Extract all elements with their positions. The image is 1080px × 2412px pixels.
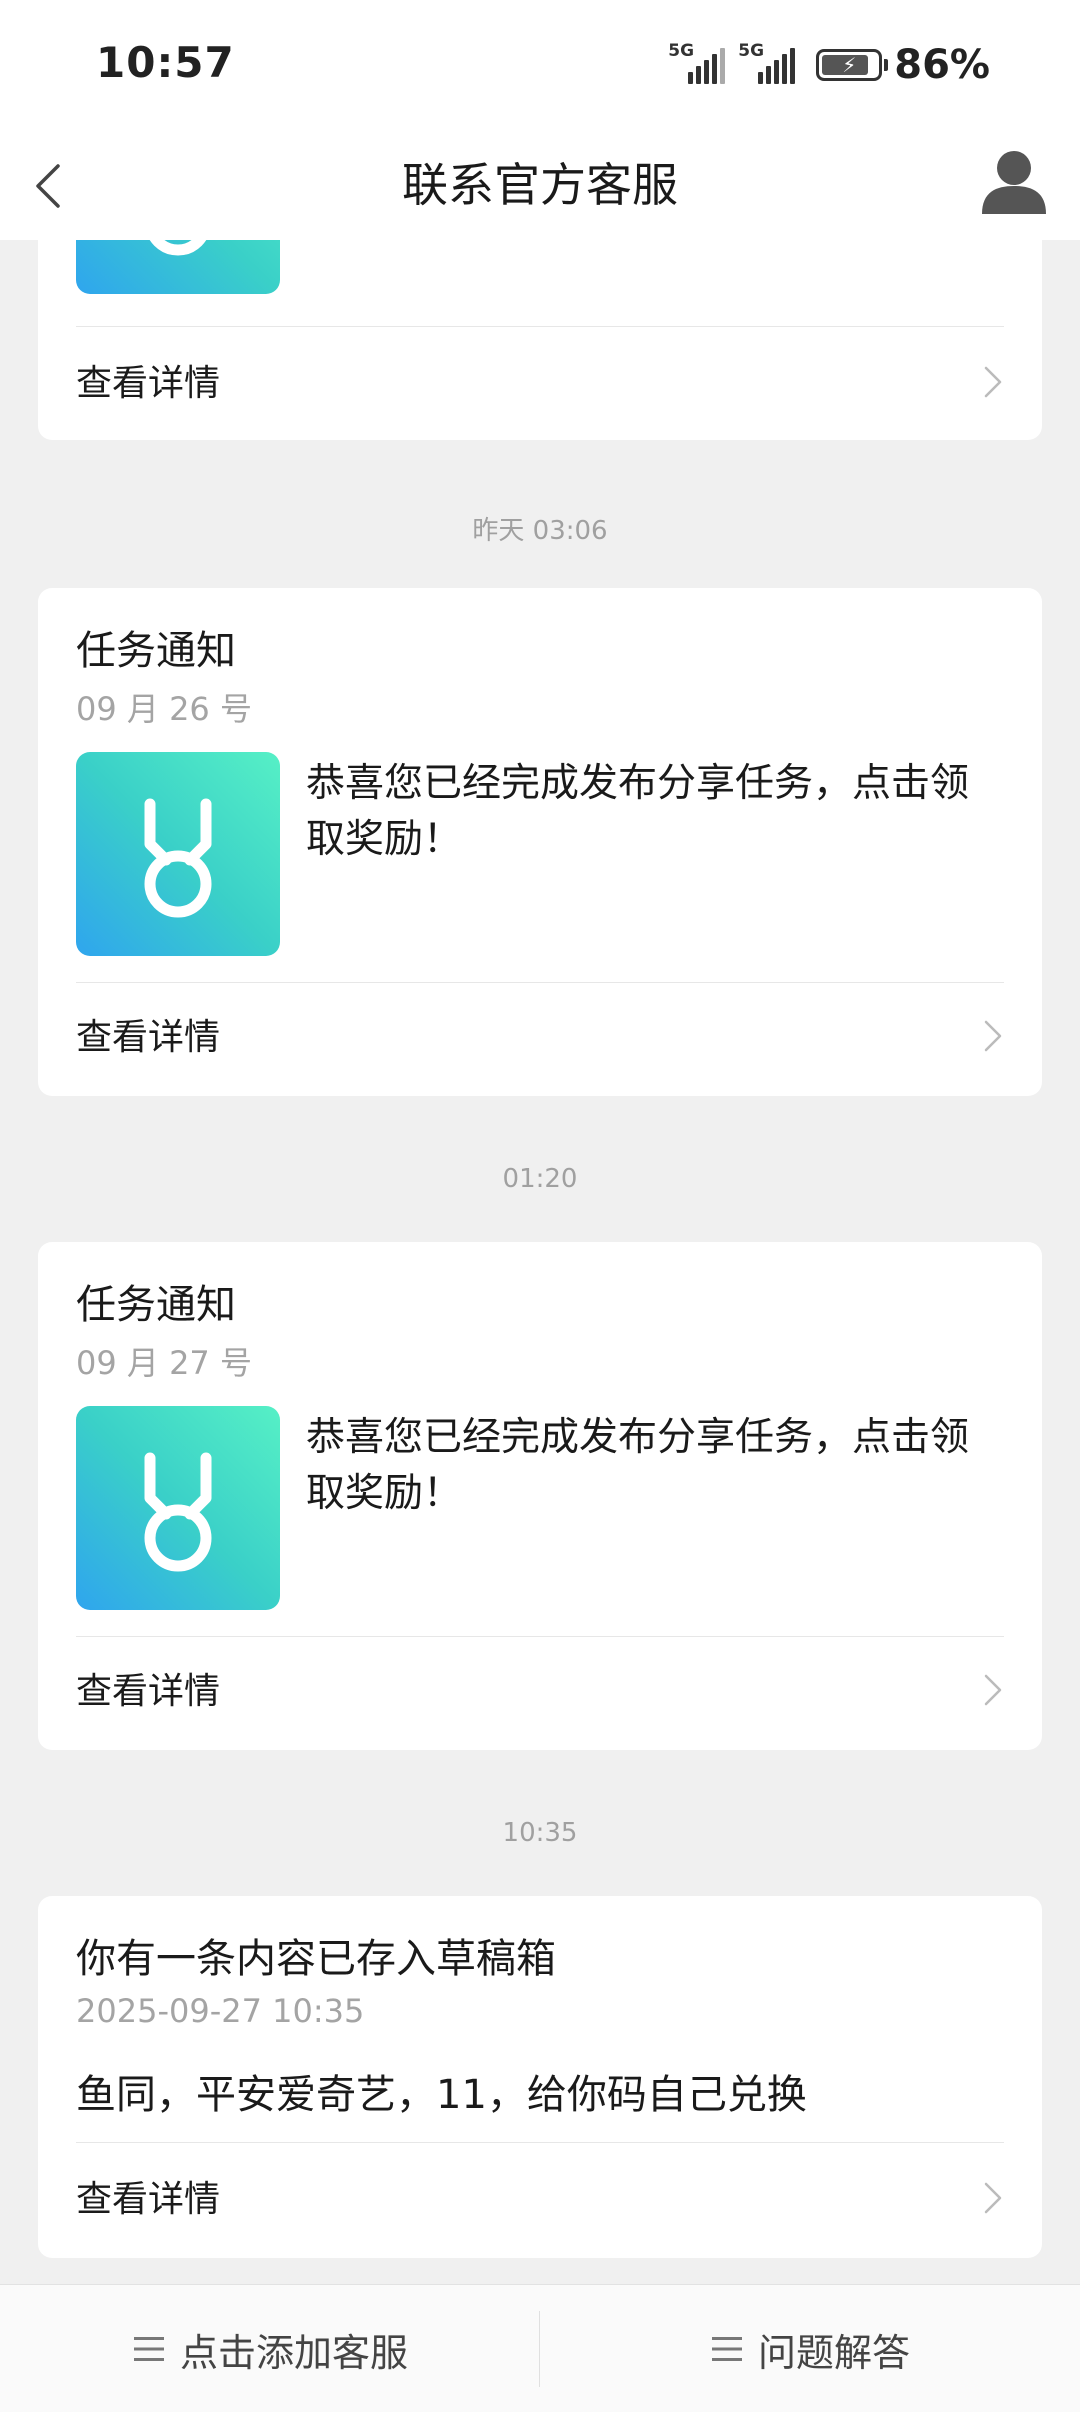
card-date: 09 月 27 号 [76, 1344, 252, 1382]
message-card: 查看详情 [38, 240, 1042, 440]
view-details-link[interactable]: 查看详情 [76, 1008, 220, 1060]
card-divider [76, 326, 1004, 327]
add-service-label: 点击添加客服 [179, 2330, 408, 2375]
signal-icon: 5G [738, 42, 798, 88]
view-details-link[interactable]: 查看详情 [76, 1662, 220, 1714]
card-message: 恭喜您已经完成发布分享任务，点击领取奖励！ [306, 761, 970, 862]
user-button[interactable] [976, 146, 1052, 222]
medal-icon [144, 798, 212, 918]
medal-icon [144, 1452, 212, 1572]
sim1-label: 5G [668, 41, 695, 61]
sim2-label: 5G [738, 41, 765, 61]
message-card: 任务通知 09 月 27 号 恭喜您已经完成发布分享任务，点击领取奖励！ 查看详… [38, 1242, 1042, 1750]
card-thumbnail [76, 240, 280, 294]
card-divider [76, 1636, 1004, 1637]
menu-icon [711, 2337, 742, 2361]
card-divider [76, 982, 1004, 983]
faq-label: 问题解答 [757, 2330, 910, 2375]
card-thumbnail [76, 752, 280, 956]
battery-percent: 86% [894, 42, 990, 88]
charging-icon: ⚡ [842, 53, 857, 77]
view-details-link[interactable]: 查看详情 [76, 354, 220, 406]
chevron-right-icon [984, 1674, 1002, 1706]
screen: 10:57 5G 5G ⚡ 86% 联系官方客服 查看详情 昨天 03:06 任… [0, 0, 1080, 2412]
card-body: 鱼同，平安爱奇艺，11，给你码自己兑换 [76, 2072, 807, 2118]
faq-button[interactable]: 问题解答 [540, 2285, 1080, 2412]
card-date: 09 月 26 号 [76, 690, 252, 728]
card-title: 任务通知 [76, 1282, 236, 1328]
card-title: 你有一条内容已存入草稿箱 [76, 1936, 556, 1982]
timestamp: 昨天 03:06 [472, 516, 608, 546]
chevron-right-icon [984, 366, 1002, 398]
card-thumbnail [76, 1406, 280, 1610]
chevron-right-icon [984, 2182, 1002, 2214]
message-list[interactable]: 查看详情 昨天 03:06 任务通知 09 月 26 号 恭喜您已经完成发布分享… [0, 240, 1080, 2284]
card-title: 任务通知 [76, 628, 236, 674]
view-details-link[interactable]: 查看详情 [76, 2170, 220, 2222]
signal-icon: 5G [668, 42, 728, 88]
menu-icon [133, 2337, 164, 2361]
battery-icon: ⚡ [816, 49, 889, 81]
page-title: 联系官方客服 [402, 158, 678, 212]
add-service-button[interactable]: 点击添加客服 [0, 2285, 540, 2412]
timestamp: 10:35 [502, 1818, 578, 1848]
card-date: 2025-09-27 10:35 [76, 1992, 365, 2030]
user-icon [982, 151, 1046, 214]
bottom-bar: 点击添加客服 问题解答 [0, 2284, 1080, 2412]
status-bar: 10:57 5G 5G ⚡ 86% [0, 0, 1080, 132]
card-divider [76, 2142, 1004, 2143]
header: 联系官方客服 [0, 132, 1080, 240]
status-icons: 5G 5G ⚡ 86% [668, 40, 990, 90]
status-time: 10:57 [96, 38, 235, 87]
message-card: 你有一条内容已存入草稿箱 2025-09-27 10:35 鱼同，平安爱奇艺，1… [38, 1896, 1042, 2258]
timestamp: 01:20 [502, 1164, 578, 1194]
message-card: 任务通知 09 月 26 号 恭喜您已经完成发布分享任务，点击领取奖励！ 查看详… [38, 588, 1042, 1096]
medal-icon [149, 240, 207, 256]
chevron-right-icon [984, 1020, 1002, 1052]
card-message: 恭喜您已经完成发布分享任务，点击领取奖励！ [306, 1415, 970, 1516]
